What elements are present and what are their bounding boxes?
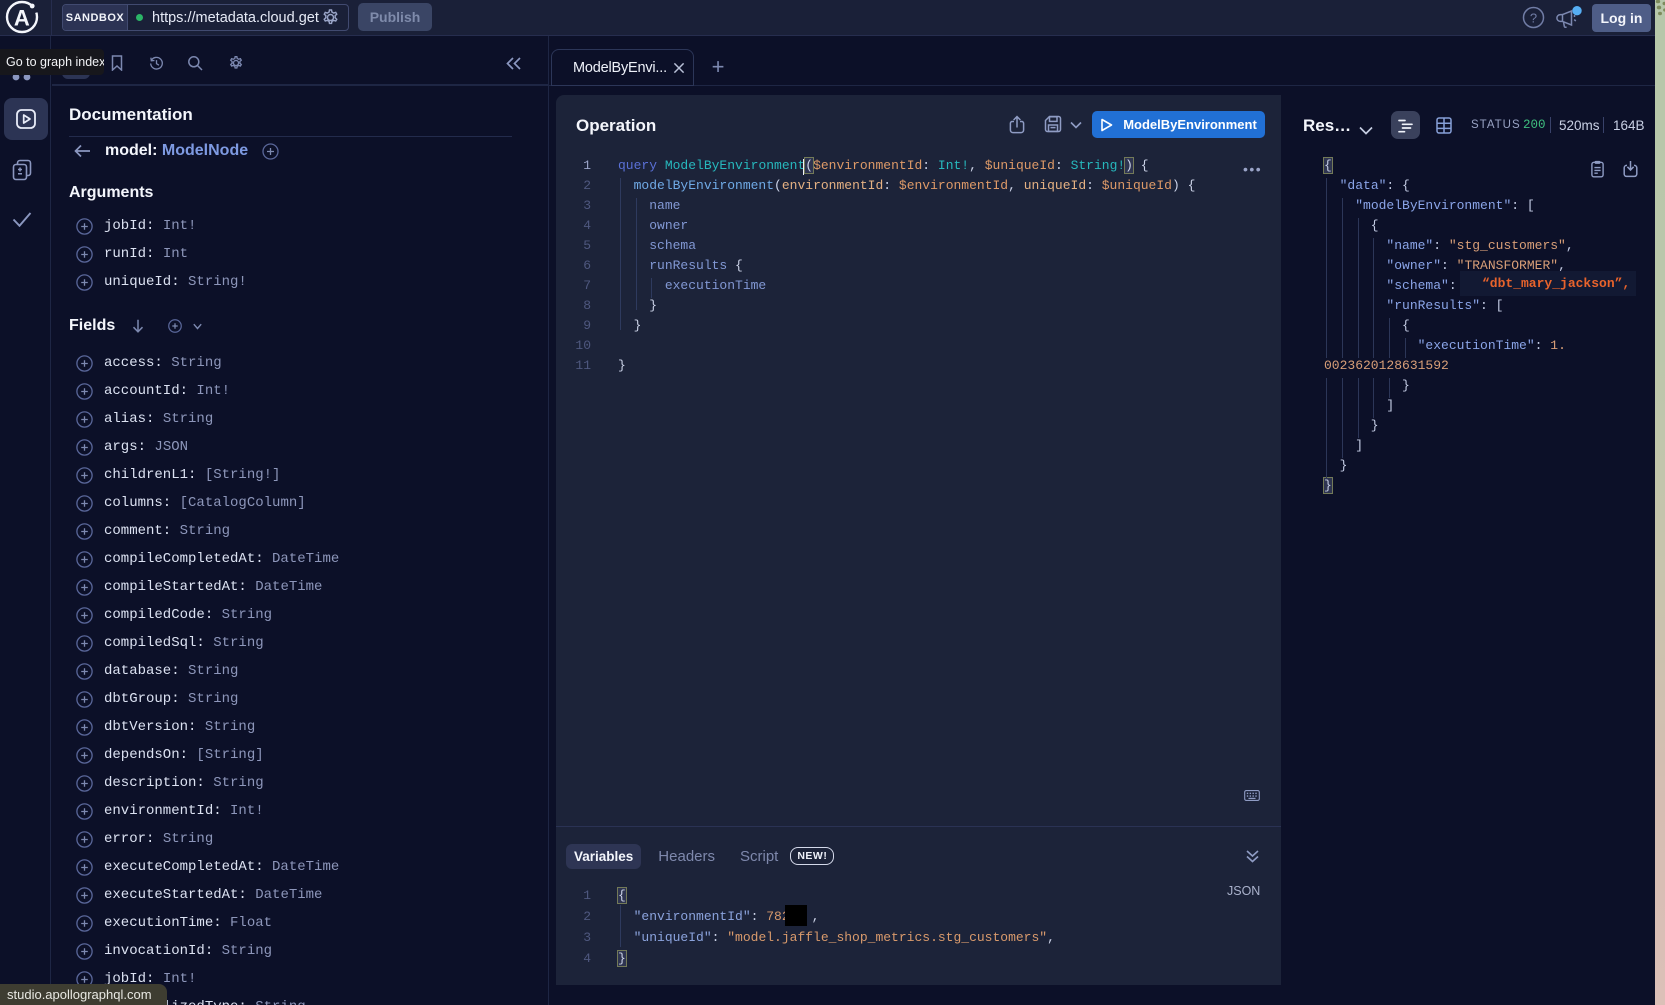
svg-text:?: ? (1530, 10, 1537, 25)
svg-text:A: A (14, 6, 30, 31)
